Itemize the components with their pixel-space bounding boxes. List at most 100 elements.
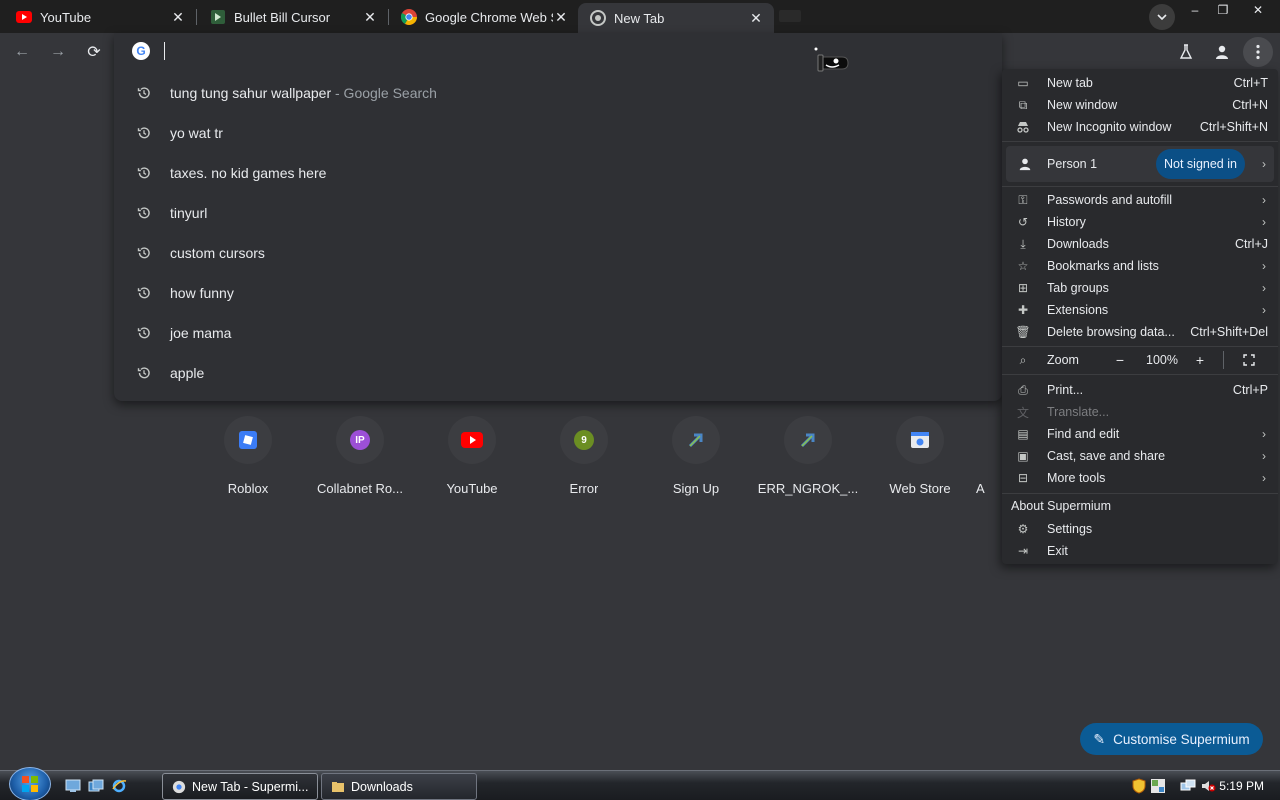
suggestion-text: apple [170,365,204,381]
taskbar-item-new-tab[interactable]: New Tab - Supermi... [162,773,318,800]
customise-button[interactable]: ✎ Customise Supermium [1080,723,1263,755]
shortcut-tile[interactable]: IP Collabnet Ro... [304,416,416,506]
suggestion-text: tinyurl [170,205,207,221]
history-clock-icon [136,205,152,221]
menu-passwords[interactable]: ⚿ Passwords and autofill › [1002,189,1278,211]
shortcut-tile[interactable]: Sign Up [640,416,752,506]
menu-new-incognito[interactable]: New Incognito window Ctrl+Shift+N [1002,116,1278,138]
restore-button[interactable]: ❐ [1210,0,1236,20]
bullet-bill-icon [210,9,226,25]
printer-icon: ⎙ [1018,382,1028,397]
reload-button[interactable]: ⟳ [81,39,107,65]
shortcut-label: YouTube [446,481,498,496]
shortcut-tile[interactable]: Web Store [864,416,976,506]
chrome-icon [171,779,187,795]
shortcut-label: Error [569,481,599,496]
history-clock-icon [136,125,152,141]
security-alert-icon[interactable] [1150,778,1166,794]
app-menu: ▭ New tab Ctrl+T ⧉ New window Ctrl+N New… [1002,69,1278,564]
suggestion-row[interactable]: tung tung sahur wallpaper - Google Searc… [114,73,1002,113]
chevron-down-icon[interactable] [1149,4,1175,30]
suggestion-row[interactable]: tinyurl [114,193,1002,233]
fullscreen-icon[interactable] [1236,349,1262,371]
menu-new-window[interactable]: ⧉ New window Ctrl+N [1002,94,1278,116]
shortcut-tile[interactable]: YouTube [416,416,528,506]
suggestion-row[interactable]: taxes. no kid games here [114,153,1002,193]
menu-cast-save-share[interactable]: ▣ Cast, save and share › [1002,445,1278,467]
nine-icon: 9 [560,416,608,464]
shortcut-tile[interactable]: 9 Error [528,416,640,506]
menu-downloads[interactable]: ⤓ Downloads Ctrl+J [1002,233,1278,255]
menu-tab-groups[interactable]: ⊞ Tab groups › [1002,277,1278,299]
network-icon[interactable] [1180,778,1196,794]
internet-explorer-icon[interactable] [110,778,128,794]
close-window-button[interactable]: ✕ [1236,0,1280,20]
chevron-right-icon: › [1262,471,1266,485]
suggestion-row[interactable]: custom cursors [114,233,1002,273]
tab-youtube[interactable]: YouTube ✕ [4,3,196,31]
arrow-icon [672,416,720,464]
tab-title: YouTube [40,9,92,25]
start-button[interactable] [9,767,51,800]
back-button[interactable]: ← [9,39,35,65]
zoom-in-button[interactable]: + [1187,349,1213,371]
menu-print[interactable]: ⎙ Print... Ctrl+P [1002,379,1278,401]
close-icon[interactable]: ✕ [553,9,569,25]
menu-kebab-icon[interactable] [1243,37,1273,67]
labs-flask-icon[interactable] [1171,37,1201,67]
menu-extensions[interactable]: ✚ Extensions › [1002,299,1278,321]
folder-icon [330,779,346,795]
close-icon[interactable]: ✕ [170,9,186,25]
profile-icon[interactable] [1207,37,1237,67]
forward-button[interactable]: → [45,39,71,65]
volume-muted-icon[interactable] [1200,778,1216,794]
system-tray [1132,777,1216,795]
shield-icon[interactable] [1132,778,1146,794]
suggestion-row[interactable]: apple [114,353,1002,393]
suggestion-text: tung tung sahur wallpaper - Google Searc… [170,85,437,101]
menu-more-tools[interactable]: ⊟ More tools › [1002,467,1278,489]
menu-about[interactable]: About Supermium [1011,499,1111,513]
taskbar-clock[interactable]: 5:19 PM [1219,779,1264,793]
shortcut-tile[interactable]: ERR_NGROK_... [752,416,864,506]
menu-divider [1002,374,1278,375]
close-icon[interactable]: ✕ [362,9,378,25]
taskbar-item-downloads[interactable]: Downloads [321,773,477,800]
shortcut-label: Roblox [227,481,269,496]
suggestion-row[interactable]: joe mama [114,313,1002,353]
switch-windows-icon[interactable] [87,778,105,794]
find-page-icon: ▤ [1017,427,1029,441]
menu-exit[interactable]: ⇥ Exit [1002,540,1278,562]
arrow-icon [784,416,832,464]
suggestion-row[interactable]: yo wat tr [114,113,1002,153]
tab-web-store[interactable]: Google Chrome Web Store ✕ [389,3,579,31]
menu-new-tab[interactable]: ▭ New tab Ctrl+T [1002,72,1278,94]
menu-person-row[interactable]: Person 1 Not signed in › [1006,146,1274,182]
shortcut-label: Web Store [889,481,951,496]
menu-delete-browsing-data[interactable]: 🗑 Delete browsing data... Ctrl+Shift+Del [1002,321,1278,343]
new-tab-button[interactable] [779,10,801,22]
tab-new-tab[interactable]: New Tab ✕ [578,3,774,33]
minimize-button[interactable]: – [1180,0,1210,20]
roblox-icon [224,416,272,464]
menu-bookmarks[interactable]: ☆ Bookmarks and lists › [1002,255,1278,277]
shortcut-tile[interactable]: Roblox [192,416,304,506]
incognito-icon [1015,119,1031,135]
menu-history[interactable]: ↺ History › [1002,211,1278,233]
omnibox[interactable]: G [114,33,1002,69]
suggestion-row[interactable]: how funny [114,273,1002,313]
chevron-right-icon: › [1262,303,1266,317]
key-icon: ⚿ [1018,192,1028,207]
suggestion-query: how funny [170,285,234,301]
sign-in-badge[interactable]: Not signed in [1156,149,1245,179]
menu-find-edit[interactable]: ▤ Find and edit › [1002,423,1278,445]
customise-label: Customise Supermium [1113,731,1250,747]
omnibox-dropdown: G tung tung sahur wallpaper - Google Sea… [114,33,1002,401]
suggestion-text: how funny [170,285,234,301]
close-icon[interactable]: ✕ [748,10,764,26]
zoom-out-button[interactable]: − [1107,349,1133,371]
exit-icon: ⇥ [1017,544,1029,558]
tab-bullet-bill[interactable]: Bullet Bill Cursor ✕ [198,3,388,31]
show-desktop-icon[interactable] [64,778,82,794]
menu-settings[interactable]: ⚙ Settings [1002,518,1278,540]
